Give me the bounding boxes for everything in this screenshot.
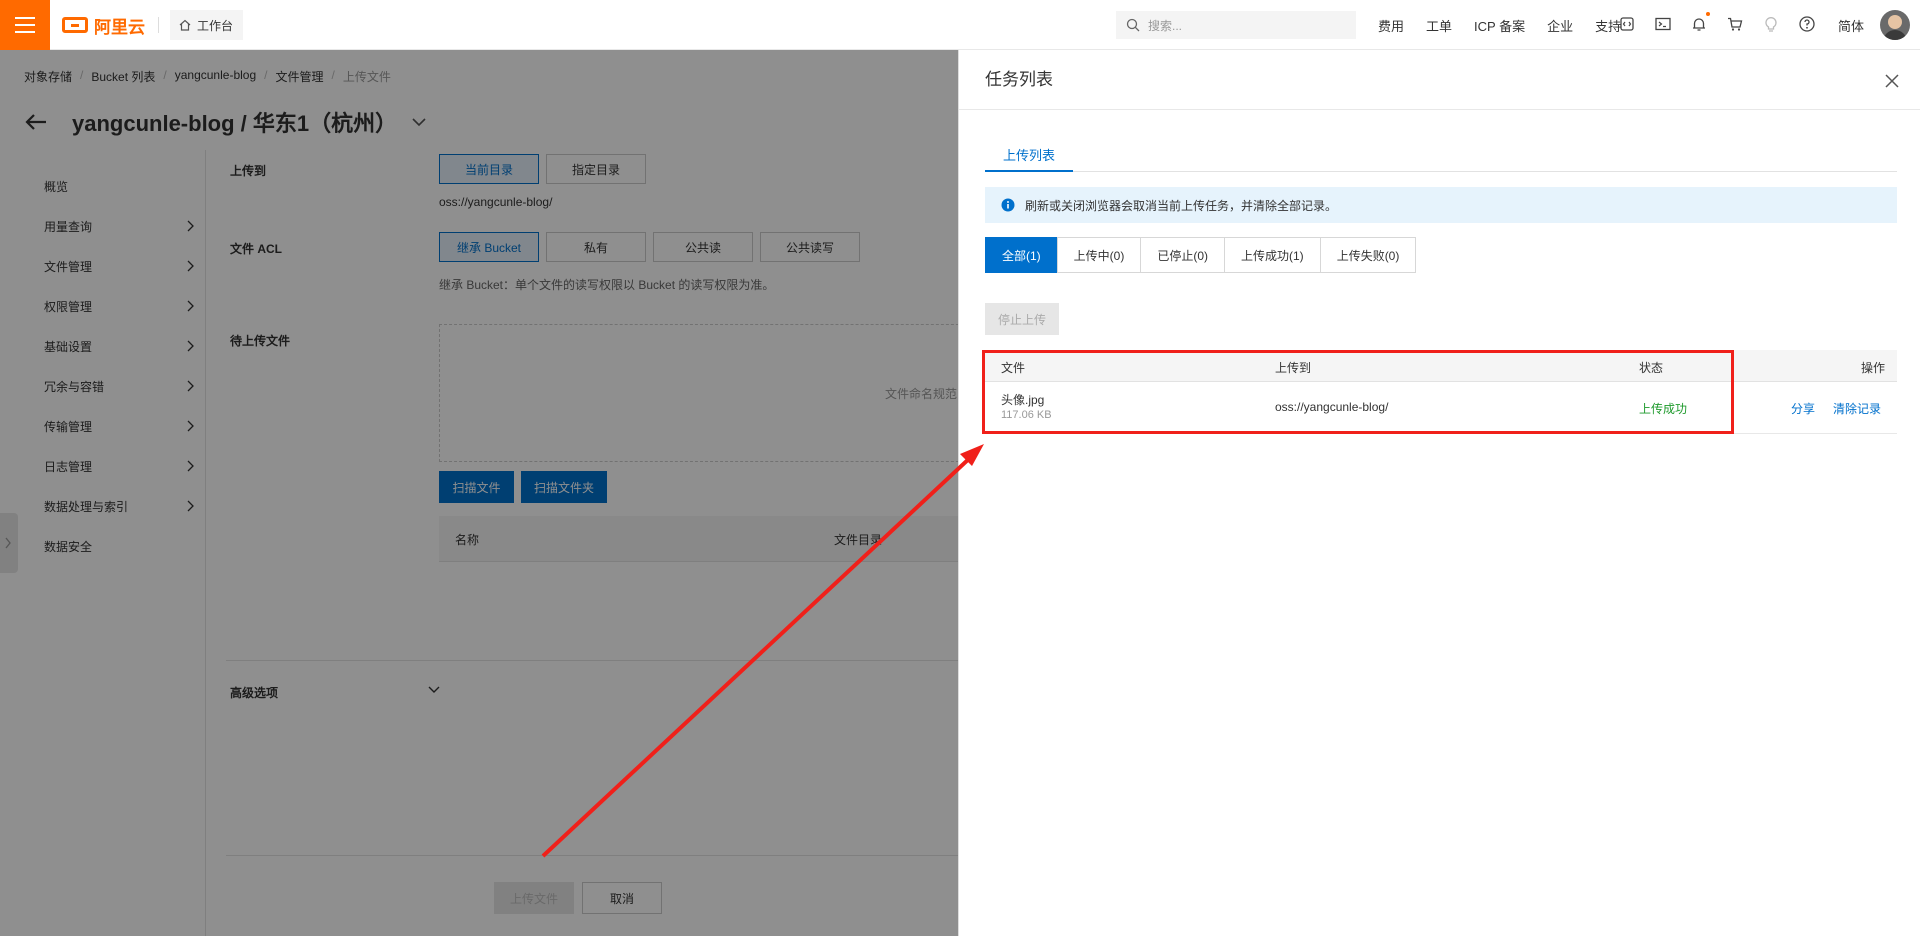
link-billing[interactable]: 费用 [1378,16,1404,35]
drawer-title: 任务列表 [985,70,1053,89]
link-ticket[interactable]: 工单 [1426,16,1452,35]
brand-name: 阿里云 [94,17,145,37]
top-icons [1618,12,1834,35]
menu-icon[interactable] [0,0,50,50]
file-size: 117.06 KB [1001,409,1052,421]
search-icon [1126,18,1140,32]
brand-logo[interactable]: 阿里云 [62,13,145,37]
modal-overlay[interactable] [0,50,958,936]
home-icon [179,19,191,31]
task-list-drawer: 任务列表 上传列表 刷新或关闭浏览器会取消当前上传任务，并清除全部记录。 全部(… [958,50,1920,936]
status-filter: 全部(1) 上传中(0) 已停止(0) 上传成功(1) 上传失败(0) [985,237,1417,273]
file-name: 头像.jpg [1001,393,1045,407]
task-table-header: 文件 上传到 状态 操作 [985,350,1897,382]
terminal-icon[interactable] [1654,15,1672,33]
status-badge: 上传成功 [1639,402,1688,416]
filter-success[interactable]: 上传成功(1) [1224,237,1321,273]
filter-stopped[interactable]: 已停止(0) [1140,237,1226,273]
help-icon[interactable] [1798,15,1816,33]
filter-uploading[interactable]: 上传中(0) [1056,237,1142,273]
info-notice: 刷新或关闭浏览器会取消当前上传任务，并清除全部记录。 [985,187,1897,223]
avatar[interactable] [1880,10,1910,40]
cart-icon[interactable] [1726,15,1744,33]
language-switch[interactable]: 简体 [1838,16,1864,35]
drawer-tabs: 上传列表 [985,142,1897,172]
aliyun-logo-icon [62,17,88,33]
column-header-action: 操作 [1861,361,1886,375]
logo-divider [158,17,159,33]
column-header-status: 状态 [1639,361,1664,375]
link-enterprise[interactable]: 企业 [1547,16,1573,35]
filter-failed[interactable]: 上传失败(0) [1319,237,1417,273]
workbench-label: 工作台 [197,18,234,33]
tab-upload-list[interactable]: 上传列表 [985,142,1073,172]
column-header-dest: 上传到 [1275,361,1312,375]
search-input[interactable]: 搜索... [1116,11,1356,39]
filter-all[interactable]: 全部(1) [985,237,1058,273]
task-table: 文件 上传到 状态 操作 头像.jpg 117.06 KB oss://yang… [985,350,1897,434]
upload-destination: oss://yangcunle-blog/ [1275,400,1389,414]
column-header-file: 文件 [1001,361,1026,375]
stop-upload-button[interactable]: 停止上传 [985,303,1059,335]
table-row: 头像.jpg 117.06 KB oss://yangcunle-blog/ 上… [985,382,1897,434]
top-links: 费用 工单 ICP 备案 企业 支持 [1378,0,1643,50]
bell-icon[interactable] [1690,12,1710,33]
top-navbar: 阿里云 工作台 搜索... 费用 工单 ICP 备案 企业 支持 简体 [0,0,1920,50]
workbench-button[interactable]: 工作台 [170,10,244,40]
notice-text: 刷新或关闭浏览器会取消当前上传任务，并清除全部记录。 [1025,198,1338,213]
drawer-header: 任务列表 [959,50,1920,110]
notification-dot [1706,12,1710,16]
info-icon [1001,198,1015,212]
search-placeholder: 搜索... [1148,18,1183,33]
lightbulb-icon[interactable] [1762,15,1780,33]
share-link[interactable]: 分享 [1791,400,1815,417]
code-icon[interactable] [1618,15,1636,33]
clear-record-link[interactable]: 清除记录 [1833,400,1881,417]
link-icp[interactable]: ICP 备案 [1474,16,1525,35]
close-icon[interactable] [1883,72,1901,90]
